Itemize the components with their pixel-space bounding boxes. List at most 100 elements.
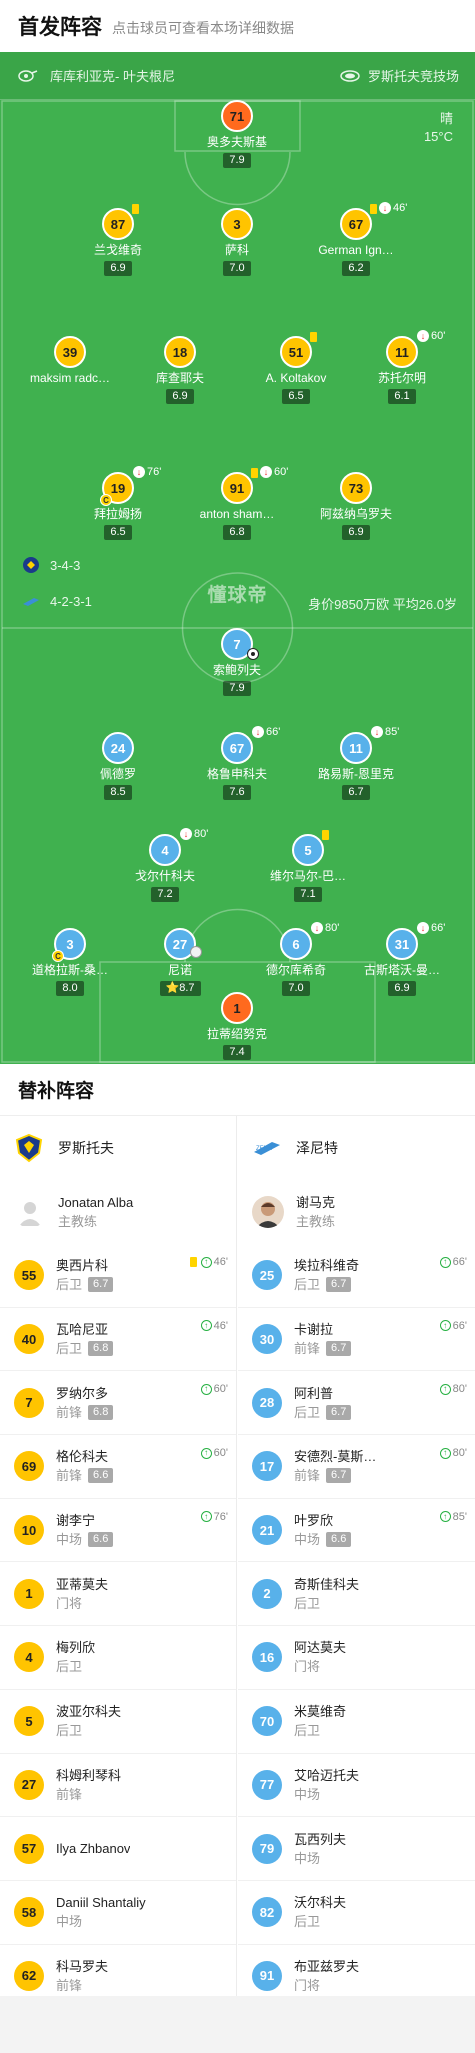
pitch-player[interactable]: 19 ↓ 76' C 拜拉姆扬 6.5 [53,466,183,540]
sub-player-name: 科马罗夫 [56,1958,109,1974]
player-number: 5 [292,834,324,866]
sub-player-number: 28 [252,1387,282,1418]
sub-player-row[interactable]: 10 谢李宁 中场 6.6 ↑ 76' [0,1499,236,1563]
pitch-player[interactable]: 18 库查耶夫 6.9 [115,336,245,404]
sub-player-position: 后卫 [56,1659,83,1675]
away-coach-name: 谢马克 [296,1195,336,1210]
watermark: 懂球帝 [207,585,268,606]
player-rating: 7.9 [223,681,251,696]
sub-player-row[interactable]: 55 奥西片科 后卫 6.7 ↑ 46' [0,1244,236,1308]
sub-player-row[interactable]: 16 阿达莫夫 门将 [238,1626,475,1690]
pitch-player[interactable]: 67 ↓ 46' German Ign… 6.2 [291,202,421,276]
sub-player-row[interactable]: 1 亚蒂莫夫 门将 [0,1562,236,1627]
sub-in-icon: ↑ [439,1511,451,1523]
player-name: 库查耶夫 [155,371,204,385]
sub-player-position: 中场 [56,1532,83,1548]
captain-badge-icon: C [52,950,64,962]
player-name: 维尔马尔-巴… [270,869,346,883]
sub-player-row[interactable]: 69 格伦科夫 前锋 6.6 ↑ 60' [0,1435,236,1499]
sub-player-number: 79 [252,1833,282,1864]
pitch-player[interactable]: 67 ↓ 66' 格鲁申科夫 7.6 [172,726,302,800]
sub-player-position: 后卫 [294,1723,321,1739]
pitch-player[interactable]: 5 维尔马尔-巴… 7.1 [243,830,373,902]
rostov-logo-icon [14,1133,44,1163]
home-coach-row[interactable]: Jonatan Alba 主教练 [0,1180,236,1244]
pitch-player[interactable]: 87 兰戈维奇 6.9 [53,204,183,276]
sub-player-name: 科姆利琴科 [56,1767,122,1783]
sub-minute: 80' [194,828,209,840]
pitch-player[interactable]: 4 ↓ 80' 戈尔什科夫 7.2 [100,828,230,902]
sub-player-number: 77 [252,1769,282,1800]
pitch-player[interactable]: 11 ↓ 60' 苏托尔明 6.1 [337,330,467,404]
player-number: 39 [54,336,86,368]
sub-minute: 76' [147,466,162,478]
sub-player-row[interactable]: 82 沃尔科夫 后卫 [238,1881,475,1945]
pitch-player[interactable]: 73 阿兹纳乌罗夫 6.9 [291,472,421,540]
sub-player-row[interactable]: 27 科姆利琴科 前锋 [0,1754,236,1818]
sub-player-row[interactable]: 2 奇斯佳科夫 后卫 [238,1562,475,1627]
sub-in-icon: ↑ [200,1320,212,1332]
player-name: 格鲁申科夫 [206,767,267,781]
sub-player-row[interactable]: 25 埃拉科维奇 后卫 6.7 ↑ 66' [238,1244,475,1308]
player-number: 1 [221,992,253,1024]
sub-player-name: 波亚尔科夫 [56,1704,122,1720]
sub-player-row[interactable]: 70 米莫维奇 后卫 [238,1690,475,1754]
sub-in-icon: ↑ [439,1320,451,1332]
yellow-card-icon [132,204,139,214]
sub-player-name: 卡谢拉 [294,1322,334,1338]
sub-player-row[interactable]: 77 艾哈迈托夫 中场 [238,1754,475,1818]
sub-player-row[interactable]: 30 卡谢拉 前锋 6.7 ↑ 66' [238,1308,475,1372]
player-number: 73 [340,472,372,504]
sub-player-row[interactable]: 28 阿利普 后卫 6.7 ↑ 80' [238,1371,475,1436]
pitch-player[interactable]: 24 佩德罗 8.5 [53,732,183,800]
player-number: 91 [221,472,253,504]
sub-in-minute: 46' [213,1319,228,1332]
sub-player-row[interactable]: 58 Daniil Shantaliy 中场 [0,1881,236,1945]
pitch-player[interactable]: 1 拉蒂绍努克 7.4 [172,992,302,1060]
pitch-player[interactable]: 71 奥多夫斯基 7.9 [172,100,302,168]
boot-icon [190,946,202,958]
away-team-row[interactable]: ZENIT 泽尼特 [238,1116,475,1180]
sub-player-row[interactable]: 5 波亚尔科夫 后卫 [0,1690,236,1754]
sub-player-row[interactable]: 40 瓦哈尼亚 后卫 6.8 ↑ 46' [0,1308,236,1372]
sub-player-row[interactable]: 79 瓦西列夫 中场 [238,1817,475,1881]
sub-player-position: 前锋 [294,1468,321,1484]
sub-player-row[interactable]: 17 安德烈-莫斯… 前锋 6.7 ↑ 80' [238,1435,475,1499]
player-number: 51 [280,336,312,368]
coach-avatar-icon [252,1196,284,1228]
sub-player-position: 后卫 [294,1914,321,1930]
pitch-player[interactable]: 91 ↓ 60' anton sham… 6.8 [172,466,302,540]
sub-player-position: 门将 [294,1659,321,1675]
pitch-player[interactable]: 7 索鲍列夫 7.9 [172,628,302,696]
sub-minute: 46' [393,202,408,214]
pitch-player[interactable]: 11 ↓ 85' 路易斯-恩里克 6.7 [291,726,421,800]
sub-player-number: 69 [14,1451,44,1482]
pitch-player[interactable]: 3 萨科 7.0 [172,208,302,276]
home-coach-name: Jonatan Alba [58,1195,134,1210]
home-coach-role: 主教练 [58,1214,98,1229]
player-name: 兰戈维奇 [93,243,142,257]
sub-player-row[interactable]: 7 罗纳尔多 前锋 6.8 ↑ 60' [0,1371,236,1436]
player-rating: 8.0 [56,981,84,996]
sub-player-rating: 6.6 [88,1468,114,1484]
away-coach-row[interactable]: 谢马克 主教练 [238,1180,475,1244]
sub-player-rating: 6.7 [326,1468,352,1484]
player-name: 尼诺 [167,963,192,977]
player-name: anton sham… [199,507,275,521]
player-rating: 6.9 [166,389,194,404]
sub-player-row[interactable]: 21 叶罗欣 中场 6.6 ↑ 85' [238,1499,475,1563]
player-number: 18 [164,336,196,368]
weather-temp: 15°C [423,129,453,144]
sub-minute: 60' [274,466,289,478]
sub-player-row[interactable]: 57 Ilya Zhbanov [0,1817,236,1881]
pitch-player[interactable]: 27 尼诺 ⭐8.7 [115,928,245,996]
sub-player-position: 中场 [56,1914,83,1930]
sub-player-rating: 6.7 [326,1277,352,1293]
home-team-row[interactable]: 罗斯托夫 [0,1116,236,1180]
pitch-player[interactable]: 31 ↓ 66' 古斯塔沃-曼… 6.9 [337,922,467,996]
away-subs-list: 25 埃拉科维奇 后卫 6.7 ↑ 66' 30 卡谢拉 前锋 6.7 ↑ 66' 28 阿利普 后卫 6.7… [238,1244,475,2009]
player-name: German Ign… [318,243,394,257]
sub-player-number: 62 [14,1960,44,1991]
away-subs-column: ZENIT 泽尼特 谢马克 主教练 25 埃拉科维奇 后卫 6.7 ↑ 66' 30 卡谢拉前… [238,1116,475,2009]
sub-player-row[interactable]: 4 梅列欣 后卫 [0,1626,236,1690]
